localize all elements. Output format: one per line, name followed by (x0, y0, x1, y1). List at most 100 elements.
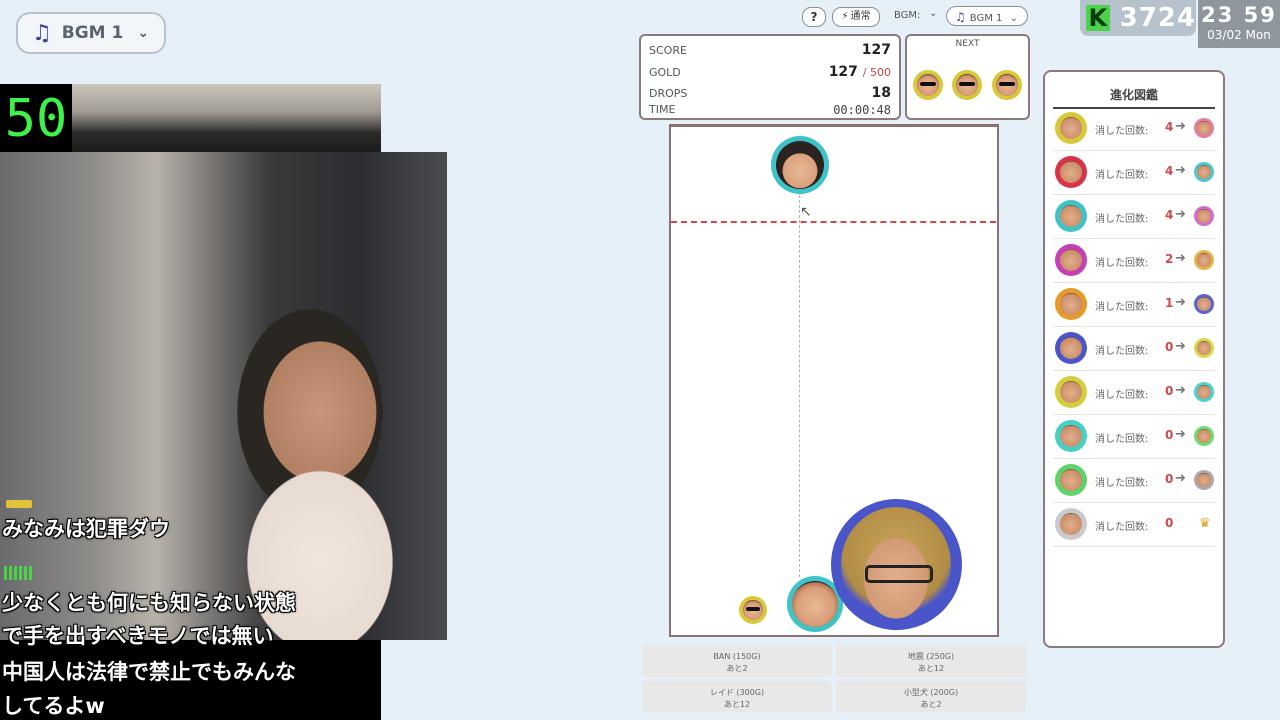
evolution-count-value: 1 (1165, 296, 1174, 310)
evolution-row: 消した回数: 4 ➜ (1053, 194, 1215, 239)
evolution-row: 消した回数: 0 ➜ (1053, 326, 1215, 371)
time-label: TIME (649, 103, 676, 116)
arrow-right-icon: ➜ (1175, 163, 1186, 178)
time-value: 00:00:48 (833, 103, 891, 117)
chat-message: で手を出すべきモノでは無い (2, 624, 274, 648)
character-face-icon (1055, 156, 1087, 188)
evolution-count-value: 0 (1165, 384, 1174, 398)
evolution-count-value: 4 (1165, 208, 1174, 222)
clock: 23 59 03/02 Mon (1198, 0, 1280, 48)
help-button[interactable]: ? (802, 7, 826, 27)
gold-row: GOLD 127 / 500 (649, 64, 891, 80)
held-piece-icon[interactable] (771, 136, 829, 194)
score-row: SCORE 127 (649, 42, 891, 58)
gold-label: GOLD (649, 66, 681, 79)
music-note-icon: ♫ (955, 10, 966, 24)
item-raid-remaining: あと12 (723, 700, 751, 709)
drop-guide-line (799, 195, 800, 577)
item-raid-button[interactable]: レイド (300G) あと12 (642, 681, 832, 713)
webcam-feed (0, 152, 447, 640)
item-small-dog-remaining: あと2 (920, 700, 942, 709)
viewer-counter: 50 (0, 84, 72, 154)
game-over-line (671, 221, 996, 223)
evolution-count-label: 消した回数: (1095, 434, 1149, 445)
next-title: NEXT (955, 39, 980, 49)
character-face-icon (1055, 420, 1087, 452)
next-piece-sunglasses-icon (992, 70, 1022, 100)
evolution-row: 消した回数: 0 ➜ (1053, 370, 1215, 415)
evolution-row: 消した回数: 0 ➜ (1053, 414, 1215, 459)
character-face-icon (1055, 112, 1087, 144)
gold-value: 127 / 500 (829, 64, 891, 80)
arrow-right-icon: ➜ (1175, 119, 1186, 134)
item-ban-button[interactable]: BAN (150G) あと2 (642, 645, 832, 677)
evolution-count-value: 0 (1165, 516, 1174, 530)
item-earthquake-label: 地震 (250G) (907, 652, 955, 661)
score-panel: SCORE 127 GOLD 127 / 500 DROPS 18 TIME 0… (639, 34, 901, 120)
item-earthquake-button[interactable]: 地震 (250G) あと12 (836, 645, 1026, 677)
gold-max: / 500 (862, 66, 891, 79)
next-evolution-face-icon (1194, 294, 1214, 314)
next-evolution-face-icon (1194, 426, 1214, 446)
arrow-right-icon: ➜ (1175, 383, 1186, 398)
arrow-right-icon: ➜ (1175, 295, 1186, 310)
bgm-label: BGM: (894, 10, 921, 21)
crown-badge-icon (6, 500, 32, 508)
next-evolution-face-icon (1194, 118, 1214, 138)
drops-value: 18 (871, 85, 891, 101)
lightning-icon: ⚡ (841, 11, 849, 22)
webcam-top-feed (72, 84, 381, 154)
evolution-row: 消した回数: 1 ➜ (1053, 282, 1215, 327)
evolution-count-label: 消した回数: (1095, 522, 1149, 533)
evolution-row: 消した回数: 2 ➜ (1053, 238, 1215, 283)
evolution-count-label: 消した回数: (1095, 478, 1149, 489)
crown-icon: ♛ (1199, 516, 1211, 531)
next-evolution-face-icon (1194, 470, 1214, 490)
item-earthquake-remaining: あと12 (917, 664, 945, 673)
item-small-dog-label: 小型犬 (200G) (903, 688, 959, 697)
mode-label: 通常 (850, 11, 871, 22)
evolution-count-value: 0 (1165, 472, 1174, 486)
time-row: TIME 00:00:48 (649, 103, 891, 117)
drops-row: DROPS 18 (649, 85, 891, 101)
arrow-right-icon: ➜ (1175, 251, 1186, 266)
character-face-icon (1055, 464, 1087, 496)
next-evolution-face-icon (1194, 162, 1214, 182)
evolution-count-label: 消した回数: (1095, 346, 1149, 357)
mode-button[interactable]: ⚡ 通常 (832, 7, 880, 27)
music-note-icon: ♫ (32, 20, 52, 46)
evolution-panel: 進化図鑑 消した回数: 4 ➜ 消した回数: 4 ➜ 消した回数: 4 ➜ 消した回数: 2 ➜ 消した… (1043, 70, 1225, 648)
drops-label: DROPS (649, 87, 688, 100)
chat-message: みなみは犯罪ダウ (2, 517, 170, 541)
evolution-count-label: 消した回数: (1095, 302, 1149, 313)
evolution-count-value: 4 (1165, 120, 1174, 134)
character-face-icon (1055, 288, 1087, 320)
evolution-row: 消した回数: 0 ➜ (1053, 458, 1215, 503)
chevron-down-icon[interactable]: ⌄ (929, 8, 937, 19)
character-face-icon (1055, 376, 1087, 408)
item-ban-label: BAN (150G) (713, 652, 761, 661)
bgm-selector[interactable]: ♫ BGM 1 ⌄ (16, 12, 166, 54)
bgm-selector-label: BGM 1 (61, 23, 124, 43)
chevron-down-icon: ⌄ (137, 25, 150, 41)
chat-message: 中国人は法律で禁止でもみんな (2, 660, 296, 684)
evolution-row: 消した回数: 0 ♛ (1053, 502, 1215, 547)
evolution-count-label: 消した回数: (1095, 126, 1149, 137)
chat-message: 少なくとも何にも知らない状態 (2, 591, 296, 615)
clock-date: 03/02 Mon (1207, 28, 1271, 42)
item-small-dog-button[interactable]: 小型犬 (200G) あと2 (836, 681, 1026, 713)
next-evolution-face-icon (1194, 250, 1214, 270)
item-raid-label: レイド (300G) (709, 688, 765, 697)
chat-message: してるよw (2, 694, 105, 718)
evolution-row: 消した回数: 4 ➜ (1053, 106, 1215, 151)
next-evolution-face-icon (1194, 382, 1214, 402)
coin-value: 3724 (1119, 3, 1196, 33)
kick-logo-icon: K (1086, 5, 1110, 31)
evolution-count-label: 消した回数: (1095, 390, 1149, 401)
bgm-dropdown-value: BGM 1 (969, 13, 1003, 24)
coin-counter: K 3724 (1080, 0, 1196, 36)
bgm-dropdown[interactable]: ♫ BGM 1 ⌄ (946, 6, 1028, 26)
evolution-count-value: 4 (1165, 164, 1174, 178)
score-value: 127 (861, 42, 891, 58)
evolution-row: 消した回数: 4 ➜ (1053, 150, 1215, 195)
